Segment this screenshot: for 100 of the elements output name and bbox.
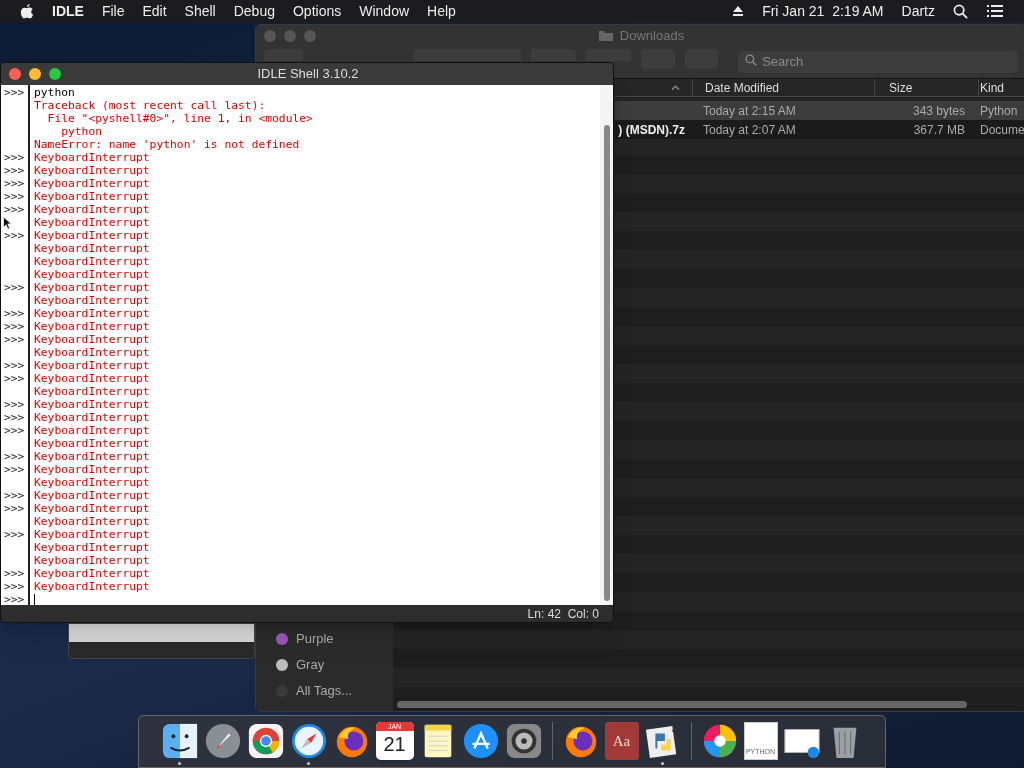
column-header[interactable]: Date Modified [693, 79, 875, 96]
error-line: KeyboardInterrupt [34, 463, 150, 476]
prompt: >>> [4, 307, 25, 320]
error-line: KeyboardInterrupt [34, 359, 150, 372]
error-line: KeyboardInterrupt [34, 541, 150, 554]
eject-icon[interactable] [732, 5, 745, 17]
error-line: KeyboardInterrupt [34, 372, 150, 385]
prompt: >>> [4, 164, 25, 177]
error-line: KeyboardInterrupt [34, 385, 150, 398]
user-name[interactable]: Dartz [901, 0, 935, 22]
error-line: KeyboardInterrupt [34, 437, 150, 450]
date-cell-text: Today at 2:07 AM [702, 121, 797, 139]
folder-icon [597, 29, 614, 42]
prompt: >>> [4, 190, 25, 203]
prompt: >>> [4, 320, 25, 333]
size-cell-text: 343 bytes [911, 102, 966, 120]
menu-clock[interactable]: Fri Jan 21 2:19 AM [762, 0, 884, 22]
error-line: KeyboardInterrupt [34, 203, 150, 216]
error-line: KeyboardInterrupt [34, 229, 150, 242]
finder-face-icon[interactable] [160, 722, 199, 760]
app-store-icon[interactable] [461, 722, 500, 760]
search-field[interactable]: Search [738, 50, 1018, 73]
status-text: Ln: 42 Col: 0 [527, 605, 599, 622]
tag-label[interactable]: Gray [296, 655, 325, 675]
compass-icon[interactable] [289, 722, 328, 760]
size-cell-text: 367.7 MB [912, 121, 966, 139]
prompt: >>> [4, 372, 25, 385]
error-line: KeyboardInterrupt [34, 255, 150, 268]
prompt: >>> [4, 398, 25, 411]
tag-label[interactable]: Purple [296, 629, 334, 649]
column-header[interactable]: Kind [979, 79, 1024, 96]
error-line: KeyboardInterrupt [34, 424, 150, 437]
error-line: Traceback (most recent call last): [34, 99, 266, 112]
view-switcher[interactable] [414, 49, 521, 61]
error-line: KeyboardInterrupt [34, 476, 150, 489]
prompt: >>> [4, 463, 25, 476]
prompt: >>> [4, 229, 25, 242]
window-title: Downloads [619, 26, 685, 45]
prompt: >>> [4, 580, 25, 593]
chrome-icon[interactable] [246, 722, 285, 760]
error-line: KeyboardInterrupt [34, 528, 150, 541]
error-line: File "<pyshell#0>", line 1, in <module> [46, 112, 313, 125]
search-icon [745, 54, 758, 66]
prompt: >>> [4, 151, 25, 164]
error-line: KeyboardInterrupt [34, 450, 150, 463]
error-line: KeyboardInterrupt [34, 242, 150, 255]
search-icon[interactable] [953, 3, 968, 19]
zoom-control[interactable] [49, 68, 61, 80]
close-control[interactable] [9, 68, 21, 80]
file-row[interactable]: Today at 2:15 AM 343 bytes Python [615, 101, 1024, 120]
vertical-scrollbar[interactable] [603, 125, 610, 601]
column-header[interactable]: Size [875, 79, 979, 96]
list-icon[interactable] [986, 4, 1004, 18]
error-line: KeyboardInterrupt [34, 411, 150, 424]
app-menu[interactable]: IDLE [52, 0, 84, 22]
error-line: KeyboardInterrupt [34, 346, 150, 359]
prompt: >>> [4, 528, 25, 541]
menu-item[interactable]: Debug [233, 0, 275, 22]
kind-cell-text: Docume [979, 121, 1024, 139]
prompt: >>> [4, 502, 25, 515]
error-line: KeyboardInterrupt [34, 268, 150, 281]
prompt: >>> [4, 567, 25, 580]
menu-item[interactable]: Help [427, 0, 456, 22]
error-line: KeyboardInterrupt [34, 567, 150, 580]
date-cell-text: Today at 2:15 AM [702, 102, 797, 120]
prompt: >>> [4, 489, 25, 502]
minimize-control[interactable] [29, 68, 41, 80]
error-line: KeyboardInterrupt [34, 216, 150, 229]
calendar-day: 21 [383, 731, 406, 757]
book-icon[interactable]: Aa [604, 722, 639, 760]
error-line: KeyboardInterrupt [34, 333, 150, 346]
menu-item[interactable]: Edit [142, 0, 167, 22]
prompt: >>> [4, 281, 25, 294]
prompt: >>> [4, 359, 25, 372]
prompt: >>> [4, 86, 25, 99]
input-line: python [34, 86, 75, 99]
prompt: >>> [4, 593, 25, 606]
menu-item[interactable]: Shell [184, 0, 216, 22]
file-name: ) (MSDN).7z [617, 121, 686, 139]
menu-item[interactable]: Window [359, 0, 410, 22]
menu-item[interactable]: Options [293, 0, 342, 22]
error-line: KeyboardInterrupt [34, 307, 150, 320]
prompt: >>> [4, 177, 25, 190]
menu-item[interactable]: File [101, 0, 125, 22]
apple-icon[interactable] [20, 3, 34, 19]
error-line: KeyboardInterrupt [34, 281, 150, 294]
error-line: KeyboardInterrupt [34, 554, 150, 567]
prompt: >>> [4, 333, 25, 346]
error-line: KeyboardInterrupt [34, 502, 150, 515]
error-line: KeyboardInterrupt [34, 580, 150, 593]
horizontal-scrollbar[interactable] [397, 700, 967, 708]
error-line: KeyboardInterrupt [34, 151, 150, 164]
tag-label[interactable]: All Tags... [296, 681, 353, 701]
mouse-pointer-icon [2, 216, 12, 230]
error-line: NameError: name 'python' is not defined [34, 138, 300, 151]
error-line: KeyboardInterrupt [34, 190, 150, 203]
prompt: >>> [4, 203, 25, 216]
error-line: KeyboardInterrupt [34, 515, 150, 528]
error-line: KeyboardInterrupt [34, 294, 150, 307]
prompt: >>> [4, 450, 25, 463]
